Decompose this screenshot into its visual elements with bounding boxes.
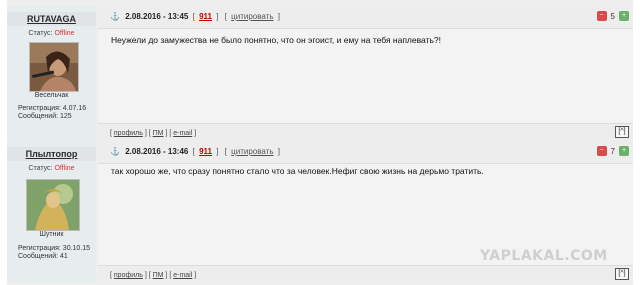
post-date: 2.08.2016 - 13:45 xyxy=(125,12,189,21)
post-info: ⚓ 2.08.2016 - 13:45 [ 911 ] [ цитировать… xyxy=(110,12,282,21)
karma-minus-icon[interactable]: − xyxy=(596,11,607,21)
forum-post: RUTAVAGA Статус: Offline Весельчак Регис… xyxy=(7,6,633,140)
karma-value: 5 xyxy=(610,11,615,21)
bracket: ] xyxy=(277,12,280,21)
scroll-top-button[interactable]: [^] xyxy=(615,268,629,280)
user-info-panel: RUTAVAGA Статус: Offline Весельчак Регис… xyxy=(7,6,96,140)
email-link[interactable]: e-mail xyxy=(173,130,192,137)
bracket: ] xyxy=(277,147,280,156)
post-body: ⚓ 2.08.2016 - 13:45 [ 911 ] [ цитировать… xyxy=(98,6,633,140)
site-watermark: YAPLAKAL.COM xyxy=(480,248,608,264)
pm-link[interactable]: ПМ xyxy=(153,272,164,279)
bracket: ] xyxy=(216,12,219,21)
quote-link[interactable]: цитировать xyxy=(231,12,273,21)
status-label: Статус: xyxy=(28,165,53,172)
email-link[interactable]: e-mail xyxy=(173,272,192,279)
registration-date: Регистрация: 4.07.16 xyxy=(18,105,87,112)
profile-link[interactable]: профиль xyxy=(114,130,143,137)
bracket: [ xyxy=(192,147,195,156)
post-text: так хорошо же, что сразу понятно стало ч… xyxy=(111,166,484,176)
post-number-link[interactable]: 911 xyxy=(199,12,212,21)
karma-minus-icon[interactable]: − xyxy=(596,146,607,156)
post-info: ⚓ 2.08.2016 - 13:46 [ 911 ] [ цитировать… xyxy=(110,147,282,156)
user-rank: Весельчак xyxy=(34,92,69,99)
karma-widget: − 5 + xyxy=(596,11,629,21)
quote-link[interactable]: цитировать xyxy=(231,147,273,156)
post-date: 2.08.2016 - 13:46 xyxy=(125,147,189,156)
bracket: ] xyxy=(216,147,219,156)
status-value: Offline xyxy=(54,30,75,37)
post-links: [ профиль ] [ ПМ ] [ e-mail ] xyxy=(110,130,197,137)
status-label: Статус: xyxy=(28,30,53,37)
status-value: Offline xyxy=(54,165,75,172)
bracket: [ xyxy=(192,12,195,21)
pm-link[interactable]: ПМ xyxy=(153,130,164,137)
user-status: Статус: Offline xyxy=(7,165,96,172)
post-links: [ профиль ] [ ПМ ] [ e-mail ] xyxy=(110,272,197,279)
scroll-top-button[interactable]: [^] xyxy=(615,126,629,138)
username-link[interactable]: RUTAVAGA xyxy=(7,12,96,26)
anchor-icon[interactable]: ⚓ xyxy=(110,147,120,156)
message-count: Сообщений: 41 xyxy=(18,253,68,260)
karma-widget: − 7 + xyxy=(596,146,629,156)
karma-plus-icon[interactable]: + xyxy=(619,146,629,156)
karma-value: 7 xyxy=(610,146,615,156)
user-status: Статус: Offline xyxy=(7,30,96,37)
post-number-link[interactable]: 911 xyxy=(199,147,212,156)
profile-link[interactable]: профиль xyxy=(114,272,143,279)
user-rank: Шутник xyxy=(39,231,64,238)
bracket: [ xyxy=(224,147,227,156)
bracket: [ xyxy=(224,12,227,21)
message-count: Сообщений: 125 xyxy=(18,113,72,120)
registration-date: Регистрация: 30.10.15 xyxy=(18,245,91,252)
anchor-icon[interactable]: ⚓ xyxy=(110,12,120,21)
avatar[interactable] xyxy=(29,42,79,92)
username-link[interactable]: Плылтопор xyxy=(7,147,96,161)
user-info-panel: Плылтопор Статус: Offline Шутник Регистр… xyxy=(7,141,96,282)
post-text: Неужели до замужества не было понятно, ч… xyxy=(111,35,441,45)
karma-plus-icon[interactable]: + xyxy=(619,11,629,21)
avatar[interactable] xyxy=(26,179,80,231)
